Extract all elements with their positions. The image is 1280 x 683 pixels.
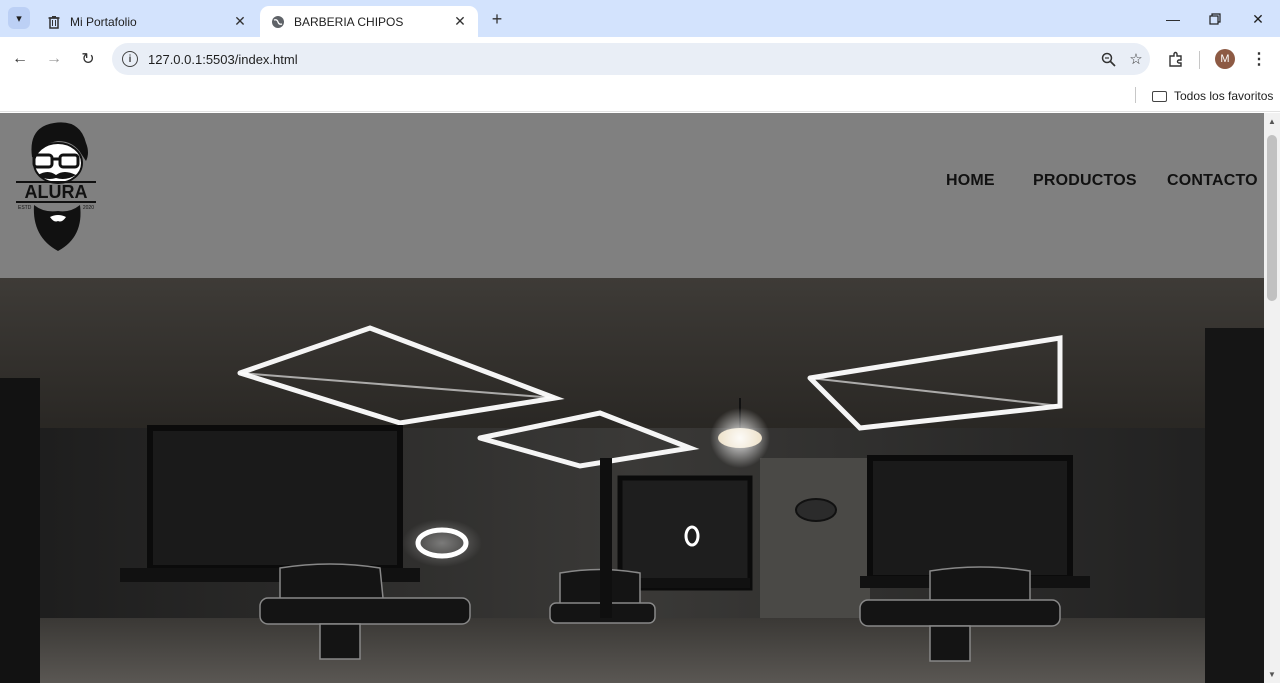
bookmarks-folder[interactable]: Todos los favoritos <box>1152 85 1273 107</box>
folder-icon <box>1152 90 1167 102</box>
info-icon[interactable]: i <box>122 51 138 67</box>
trash-icon <box>46 14 62 30</box>
avatar: M <box>1215 49 1235 69</box>
minimize-button[interactable]: — <box>1153 6 1193 32</box>
reload-button[interactable]: ↻ <box>74 45 102 73</box>
site-header: ALURA ESTD 2020 HOME PRODUCTOS CONTACTO <box>0 113 1264 278</box>
page-scrollbar[interactable]: ▲ ▼ <box>1264 113 1280 683</box>
restore-button[interactable] <box>1195 6 1235 32</box>
profile-button[interactable]: M <box>1211 45 1239 73</box>
tab-strip: ▾ Mi Portafolio ✕ BARBERIA CHIPOS ✕ + — … <box>0 0 1280 37</box>
kebab-menu-icon: ⋮ <box>1251 51 1267 68</box>
back-button[interactable]: ← <box>6 45 34 73</box>
logo-est-right: 2020 <box>83 205 94 211</box>
plus-icon: + <box>491 8 503 29</box>
bookmarks-folder-label: Todos los favoritos <box>1174 89 1274 103</box>
close-window-button[interactable]: ✕ <box>1238 6 1278 32</box>
puzzle-icon <box>1169 51 1182 67</box>
new-tab-button[interactable]: + <box>486 8 508 30</box>
logo[interactable]: ALURA ESTD 2020 <box>14 117 98 253</box>
tab-title: BARBERIA CHIPOS <box>294 14 404 29</box>
scrollbar-thumb[interactable] <box>1267 135 1277 301</box>
tab-barberia-chipos[interactable]: BARBERIA CHIPOS ✕ <box>260 6 478 37</box>
hero-image <box>0 278 1264 683</box>
arrow-left-icon: ← <box>12 50 28 67</box>
globe-icon <box>270 14 286 30</box>
star-icon[interactable]: ☆ <box>1122 45 1150 73</box>
zoom-icon[interactable] <box>1094 45 1122 73</box>
forward-button[interactable]: → <box>40 45 68 73</box>
nav-home[interactable]: HOME <box>946 172 995 190</box>
close-icon[interactable]: ✕ <box>232 13 248 30</box>
nav-productos[interactable]: PRODUCTOS <box>1033 172 1137 190</box>
url-text[interactable]: 127.0.0.1:5503/index.html <box>148 52 1094 67</box>
scroll-up-icon[interactable]: ▲ <box>1268 117 1276 126</box>
tab-title: Mi Portafolio <box>70 14 137 29</box>
tab-mi-portafolio[interactable]: Mi Portafolio ✕ <box>36 6 258 37</box>
extensions-button[interactable] <box>1162 45 1190 73</box>
close-icon: ✕ <box>1252 10 1264 27</box>
bookmarks-bar: Todos los favoritos <box>0 81 1280 112</box>
logo-brand-text: ALURA <box>25 182 88 202</box>
chevron-down-icon: ▾ <box>16 12 22 25</box>
bookmarks-divider <box>1135 87 1136 103</box>
toolbar-divider <box>1199 51 1200 69</box>
arrow-right-icon: → <box>46 50 62 67</box>
nav-contacto[interactable]: CONTACTO <box>1167 172 1258 190</box>
page-viewport: ALURA ESTD 2020 HOME PRODUCTOS CONTACTO <box>0 113 1264 683</box>
close-icon[interactable]: ✕ <box>452 13 468 30</box>
logo-est-left: ESTD <box>18 205 32 211</box>
browser-toolbar: ← → ↻ i 127.0.0.1:5503/index.html ☆ M ⋮ <box>0 37 1280 81</box>
menu-button[interactable]: ⋮ <box>1245 45 1273 73</box>
restore-icon <box>1209 13 1221 25</box>
reload-icon: ↻ <box>81 51 95 68</box>
minimize-icon: — <box>1166 11 1180 27</box>
address-bar[interactable]: i 127.0.0.1:5503/index.html ☆ <box>112 43 1150 75</box>
tab-search-button[interactable]: ▾ <box>8 7 30 29</box>
scroll-down-icon[interactable]: ▼ <box>1268 670 1276 679</box>
